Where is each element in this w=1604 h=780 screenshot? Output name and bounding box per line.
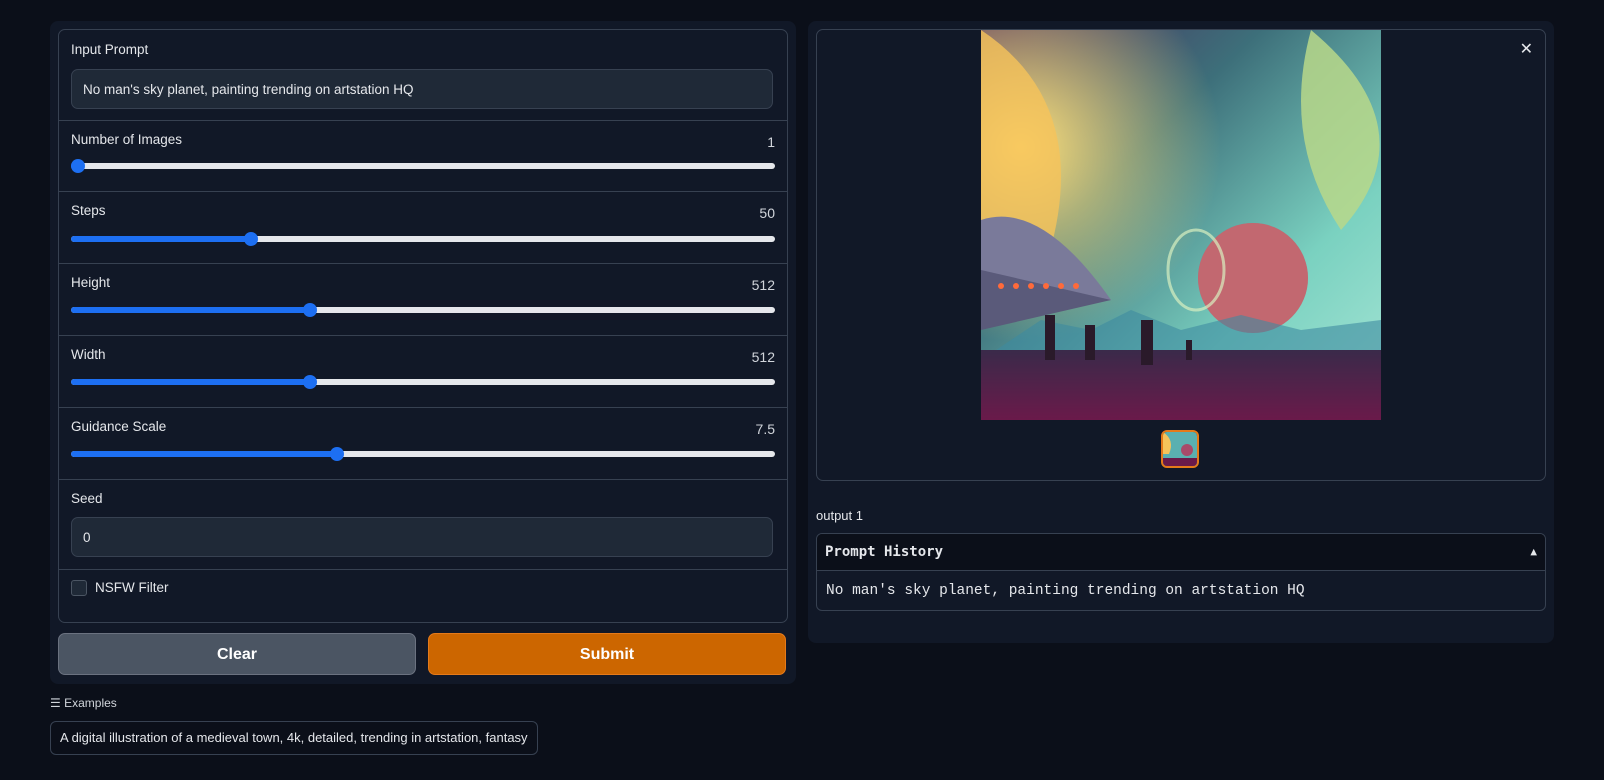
examples-title: Examples	[64, 696, 117, 710]
nsfw-block: NSFW Filter	[59, 569, 787, 608]
slider-thumb[interactable]	[302, 375, 317, 389]
generated-image[interactable]	[981, 30, 1381, 420]
list-icon: ☰	[50, 696, 61, 710]
slider-thumb[interactable]	[329, 447, 344, 461]
prompt-input[interactable]: No man's sky planet, painting trending o…	[71, 69, 773, 109]
slider-thumb[interactable]	[302, 303, 317, 317]
seed-block: Seed 0	[59, 479, 787, 570]
width-label: Width	[71, 347, 106, 362]
clear-button[interactable]: Clear	[58, 633, 416, 675]
steps-value[interactable]: 50	[759, 205, 775, 221]
submit-button[interactable]: Submit	[428, 633, 786, 675]
height-slider[interactable]	[71, 302, 775, 318]
width-value[interactable]: 512	[752, 349, 775, 365]
slider-thumb[interactable]	[71, 159, 85, 173]
height-value[interactable]: 512	[752, 277, 775, 293]
nsfw-label[interactable]: NSFW Filter	[95, 580, 169, 595]
image-gallery: ✕	[816, 29, 1546, 481]
steps-slider[interactable]	[71, 231, 775, 247]
height-block: Height 512	[59, 263, 787, 336]
prompt-label: Input Prompt	[71, 42, 149, 57]
nsfw-checkbox[interactable]	[71, 580, 87, 596]
settings-form: Input Prompt No man's sky planet, painti…	[58, 29, 788, 623]
num-images-value[interactable]: 1	[767, 134, 775, 150]
width-slider[interactable]	[71, 374, 775, 390]
seed-input[interactable]: 0	[71, 517, 773, 557]
example-item[interactable]: A digital illustration of a medieval tow…	[50, 721, 538, 755]
slider-thumb[interactable]	[243, 232, 258, 246]
num-images-slider[interactable]	[71, 158, 775, 174]
guidance-block: Guidance Scale 7.5	[59, 407, 787, 480]
height-label: Height	[71, 275, 111, 290]
guidance-value[interactable]: 7.5	[756, 421, 775, 437]
steps-block: Steps 50	[59, 191, 787, 264]
steps-label: Steps	[71, 203, 106, 218]
output-panel: ✕ output 1 Prompt History ▲ No man's sky…	[808, 21, 1554, 643]
prompt-history-title: Prompt History	[825, 544, 944, 560]
width-block: Width 512	[59, 335, 787, 408]
prompt-history: Prompt History ▲ No man's sky planet, pa…	[816, 533, 1546, 611]
prompt-history-entry: No man's sky planet, painting trending o…	[826, 583, 1305, 599]
prompt-block: Input Prompt No man's sky planet, painti…	[59, 30, 787, 121]
thumbnail-art	[1163, 432, 1197, 466]
guidance-label: Guidance Scale	[71, 419, 167, 434]
num-images-label: Number of Images	[71, 132, 183, 147]
input-panel: Input Prompt No man's sky planet, painti…	[50, 21, 796, 684]
generated-image-art	[981, 30, 1381, 420]
close-icon[interactable]: ✕	[1520, 39, 1533, 59]
seed-label: Seed	[71, 491, 103, 506]
num-images-block: Number of Images 1	[59, 120, 787, 192]
guidance-slider[interactable]	[71, 446, 775, 462]
output-label: output 1	[816, 508, 863, 523]
prompt-history-header[interactable]: Prompt History ▲	[817, 534, 1545, 571]
gallery-thumbnail[interactable]	[1161, 430, 1199, 468]
collapse-triangle-icon[interactable]: ▲	[1530, 534, 1537, 570]
examples-header: ☰ Examples	[50, 696, 117, 710]
